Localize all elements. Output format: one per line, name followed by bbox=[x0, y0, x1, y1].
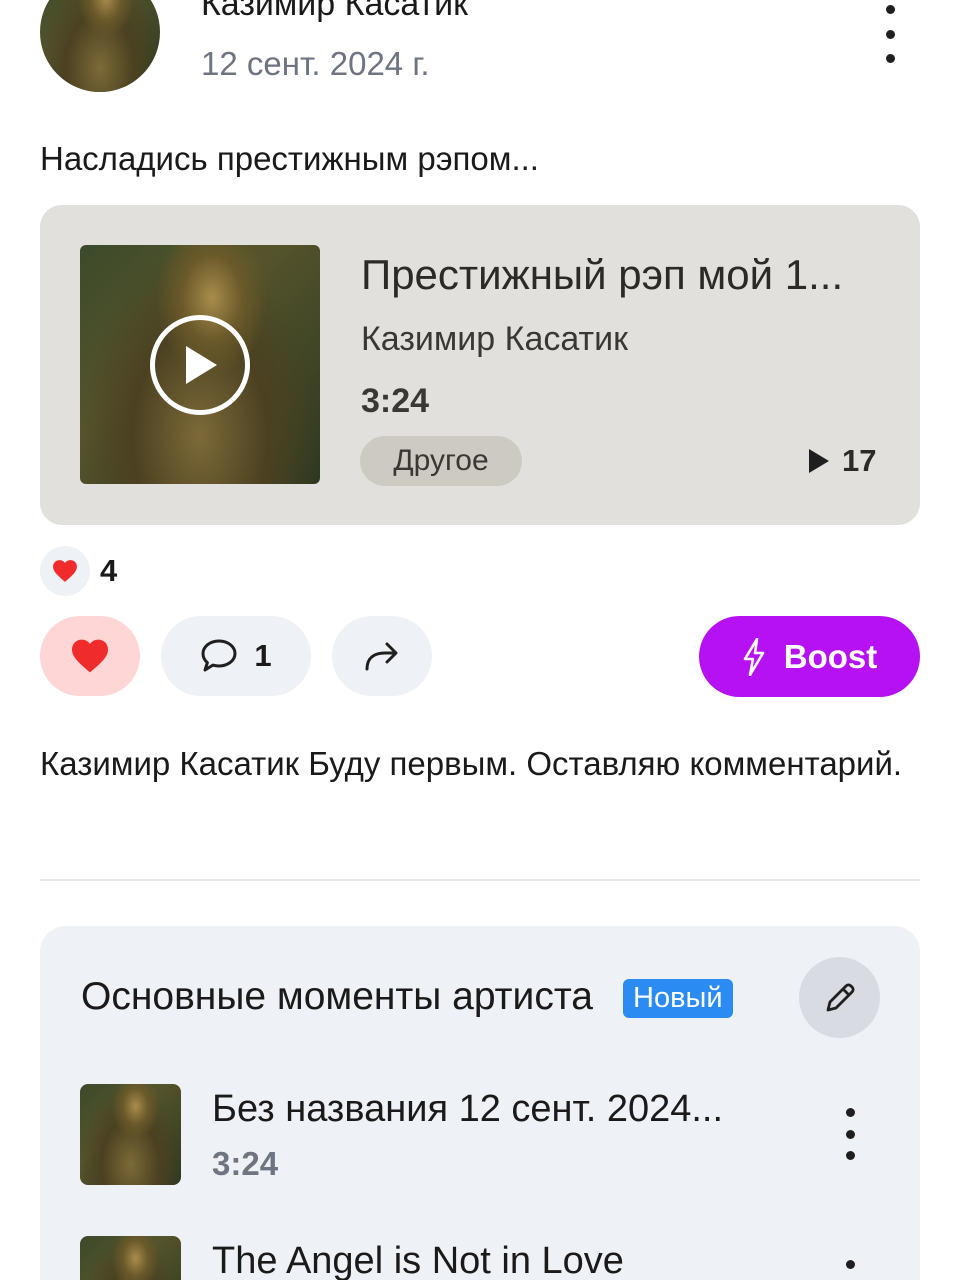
divider bbox=[40, 879, 920, 881]
share-button[interactable] bbox=[332, 616, 432, 696]
reaction-heart-icon[interactable] bbox=[40, 546, 90, 596]
post-menu-icon[interactable] bbox=[870, 5, 910, 63]
new-badge: Новый bbox=[623, 979, 733, 1018]
heart-icon bbox=[72, 639, 108, 673]
highlights-title: Основные моменты артиста bbox=[81, 975, 593, 1018]
boost-button[interactable]: Boost bbox=[699, 616, 920, 697]
track-artist[interactable]: Казимир Касатик bbox=[361, 318, 628, 360]
pencil-icon bbox=[826, 982, 855, 1011]
genre-tag[interactable]: Другое bbox=[360, 436, 522, 486]
highlight-menu-icon[interactable] bbox=[838, 1108, 862, 1160]
play-count: 17 bbox=[808, 440, 876, 482]
highlight-thumb[interactable] bbox=[80, 1236, 181, 1280]
track-duration: 3:24 bbox=[361, 382, 430, 420]
post-text: Насладись престижным рэпом... bbox=[40, 140, 539, 177]
track-title[interactable]: Престижный рэп мой 1... bbox=[361, 250, 843, 300]
play-icon[interactable] bbox=[150, 315, 250, 415]
boost-label: Boost bbox=[783, 637, 878, 675]
author-avatar[interactable] bbox=[40, 0, 160, 92]
highlight-title[interactable]: Без названия 12 сент. 2024... bbox=[212, 1086, 723, 1132]
comment-count: 1 bbox=[254, 638, 272, 673]
comment-text: Казимир Касатик Буду первым. Оставляю ко… bbox=[40, 745, 903, 782]
comment-button[interactable]: 1 bbox=[161, 616, 311, 696]
comment-icon bbox=[201, 639, 237, 672]
highlight-title[interactable]: The Angel is Not in Love bbox=[212, 1238, 624, 1280]
highlight-duration: 3:24 bbox=[212, 1145, 279, 1182]
play-count-icon bbox=[809, 449, 829, 473]
lightning-icon bbox=[743, 637, 765, 676]
author-name[interactable]: Казимир Касатик bbox=[201, 0, 468, 24]
highlight-menu-icon[interactable] bbox=[838, 1260, 862, 1280]
edit-button[interactable] bbox=[799, 957, 880, 1038]
play-count-value: 17 bbox=[842, 443, 877, 478]
highlight-thumb[interactable] bbox=[80, 1084, 181, 1185]
reaction-count: 4 bbox=[100, 553, 118, 588]
like-button[interactable] bbox=[40, 616, 140, 696]
post-date: 12 сент. 2024 г. bbox=[201, 45, 430, 82]
share-icon bbox=[365, 642, 398, 671]
